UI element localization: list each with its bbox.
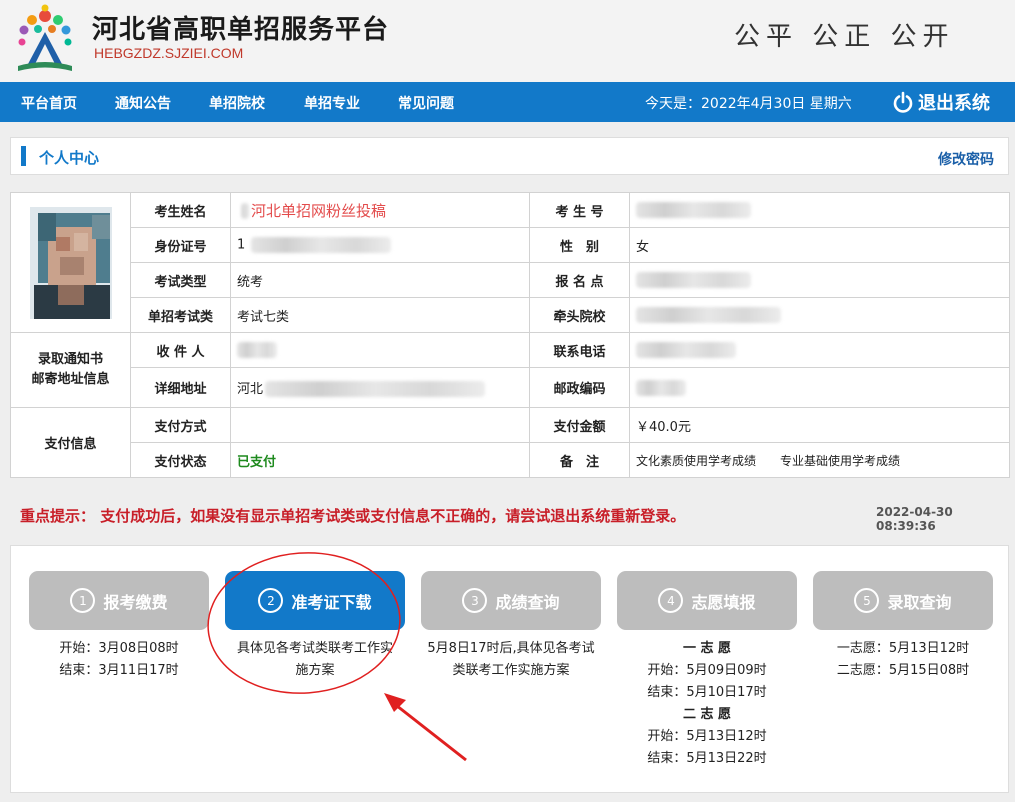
- nav-item-home[interactable]: 平台首页: [21, 93, 77, 113]
- step-admission-ticket-button[interactable]: 2 准考证下载: [225, 571, 405, 630]
- step-label: 成绩查询: [495, 592, 560, 612]
- pay-method-value: [230, 407, 530, 443]
- pay-method-label: 支付方式: [130, 407, 231, 443]
- name-text: 河北单招网粉丝投稿: [251, 201, 387, 220]
- id-label: 身份证号: [130, 227, 231, 263]
- pay-status-label: 支付状态: [130, 442, 231, 478]
- logout-button[interactable]: 退出系统: [892, 89, 990, 115]
- amount-value: ￥40.0元: [629, 407, 1010, 443]
- candidate-photo: [29, 206, 112, 319]
- mail-section-label: 录取通知书 邮寄地址信息: [10, 332, 131, 408]
- process-steps-panel: 1 报考缴费 开始：3月08日08时 结束：3月11日17时 2 准考证下载 具…: [10, 545, 1009, 793]
- address-value: 河北: [230, 367, 530, 408]
- notice-timestamp: 2022-04-30 08:39:36: [876, 505, 953, 533]
- site-slogan: 公平 公正 公开: [734, 22, 955, 52]
- lead-school-value: [629, 297, 1010, 333]
- power-icon: [893, 91, 913, 113]
- step-number: 1: [70, 588, 96, 613]
- step-register-pay-button[interactable]: 1 报考缴费: [29, 571, 209, 630]
- notice-text: 支付成功后，如果没有显示单招考试类或支付信息不正确的，请尝试退出系统重新登录。: [100, 507, 686, 525]
- exam-type-value: 统考: [230, 262, 530, 298]
- remark-label: 备 注: [529, 442, 630, 478]
- section-marker: [21, 146, 26, 166]
- personal-center-title: 个人中心: [39, 149, 100, 167]
- postcode-value: [629, 367, 1010, 408]
- gender-value: 女: [629, 227, 1010, 263]
- step-admission-ticket-schedule: 具体见各考试类联考工作实施方案: [236, 641, 393, 678]
- personal-center-bar: 个人中心 修改密码: [10, 137, 1009, 175]
- step-preference-button[interactable]: 4 志愿填报: [617, 571, 797, 630]
- step-number: 2: [258, 588, 284, 613]
- postcode-label: 邮政编码: [529, 367, 630, 408]
- step-score-query-button[interactable]: 3 成绩查询: [421, 571, 601, 630]
- site-header: 河北省高职单招服务平台 HEBGZDZ.SJZIEI.COM 公平 公正 公开: [0, 0, 1015, 82]
- address-label: 详细地址: [130, 367, 231, 408]
- step-label: 报考缴费: [103, 592, 168, 612]
- lead-school-label: 牵头院校: [529, 297, 630, 333]
- exam-no-value: [629, 192, 1010, 228]
- id-text: 1: [237, 237, 246, 253]
- step-preference-schedule: 一 志 愿 开始：5月09日09时 结束：5月10日17时 二 志 愿 开始：5…: [647, 641, 767, 766]
- phone-label: 联系电话: [529, 332, 630, 368]
- amount-label: 支付金额: [529, 407, 630, 443]
- nav-item-notices[interactable]: 通知公告: [115, 93, 171, 113]
- category-label: 单招考试类: [130, 297, 231, 333]
- id-value: 1: [230, 227, 530, 263]
- step-number: 3: [462, 588, 488, 613]
- remark-value: 文化素质使用学考成绩 专业基础使用学考成绩: [629, 442, 1010, 478]
- phone-value: [629, 332, 1010, 368]
- nav-item-majors[interactable]: 单招专业: [304, 93, 360, 113]
- current-date: 今天是：2022年4月30日 星期六: [645, 96, 852, 112]
- name-label: 考生姓名: [130, 192, 231, 228]
- exam-type-label: 考试类型: [130, 262, 231, 298]
- site-value: [629, 262, 1010, 298]
- step-register-pay-schedule: 开始：3月08日08时 结束：3月11日17时: [59, 641, 179, 678]
- change-password-link[interactable]: 修改密码: [938, 149, 994, 169]
- pay-status-value: 已支付: [230, 442, 530, 478]
- name-redaction: [241, 203, 249, 219]
- gender-label: 性 别: [529, 227, 630, 263]
- site-url: HEBGZDZ.SJZIEI.COM: [94, 45, 244, 61]
- site-title: 河北省高职单招服务平台: [92, 15, 390, 45]
- site-logo-icon: [18, 4, 72, 71]
- important-notice: 重点提示： 支付成功后，如果没有显示单招考试类或支付信息不正确的，请尝试退出系统…: [20, 505, 685, 526]
- step-admission-query-schedule: 一志愿：5月13日12时 二志愿：5月15日08时: [836, 641, 970, 678]
- recipient-label: 收 件 人: [130, 332, 231, 368]
- logout-label: 退出系统: [918, 93, 990, 114]
- pay-section-label: 支付信息: [10, 407, 131, 478]
- name-value: 河北单招网粉丝投稿: [230, 192, 530, 228]
- step-number: 4: [658, 588, 684, 613]
- address-text: 河北: [237, 381, 264, 397]
- category-value: 考试七类: [230, 297, 530, 333]
- nav-item-schools[interactable]: 单招院校: [209, 93, 265, 113]
- step-label: 志愿填报: [691, 592, 756, 612]
- candidate-info-table: 考生姓名 河北单招网粉丝投稿 考 生 号 身份证号 1 性 别 女 考试类型 统…: [10, 192, 1010, 478]
- step-number: 5: [854, 588, 880, 613]
- notice-label: 重点提示：: [20, 507, 96, 525]
- site-label: 报 名 点: [529, 262, 630, 298]
- recipient-value: [230, 332, 530, 368]
- step-label: 录取查询: [887, 592, 952, 612]
- photo-cell: [10, 192, 131, 333]
- step-admission-query-button[interactable]: 5 录取查询: [813, 571, 993, 630]
- main-nav: 平台首页 通知公告 单招院校 单招专业 常见问题 今天是：2022年4月30日 …: [0, 82, 1015, 122]
- step-score-query-schedule: 5月8日17时后,具体见各考试类联考工作实施方案: [427, 641, 595, 678]
- step-label: 准考证下载: [291, 592, 372, 612]
- exam-no-label: 考 生 号: [529, 192, 630, 228]
- nav-item-faq[interactable]: 常见问题: [398, 93, 454, 113]
